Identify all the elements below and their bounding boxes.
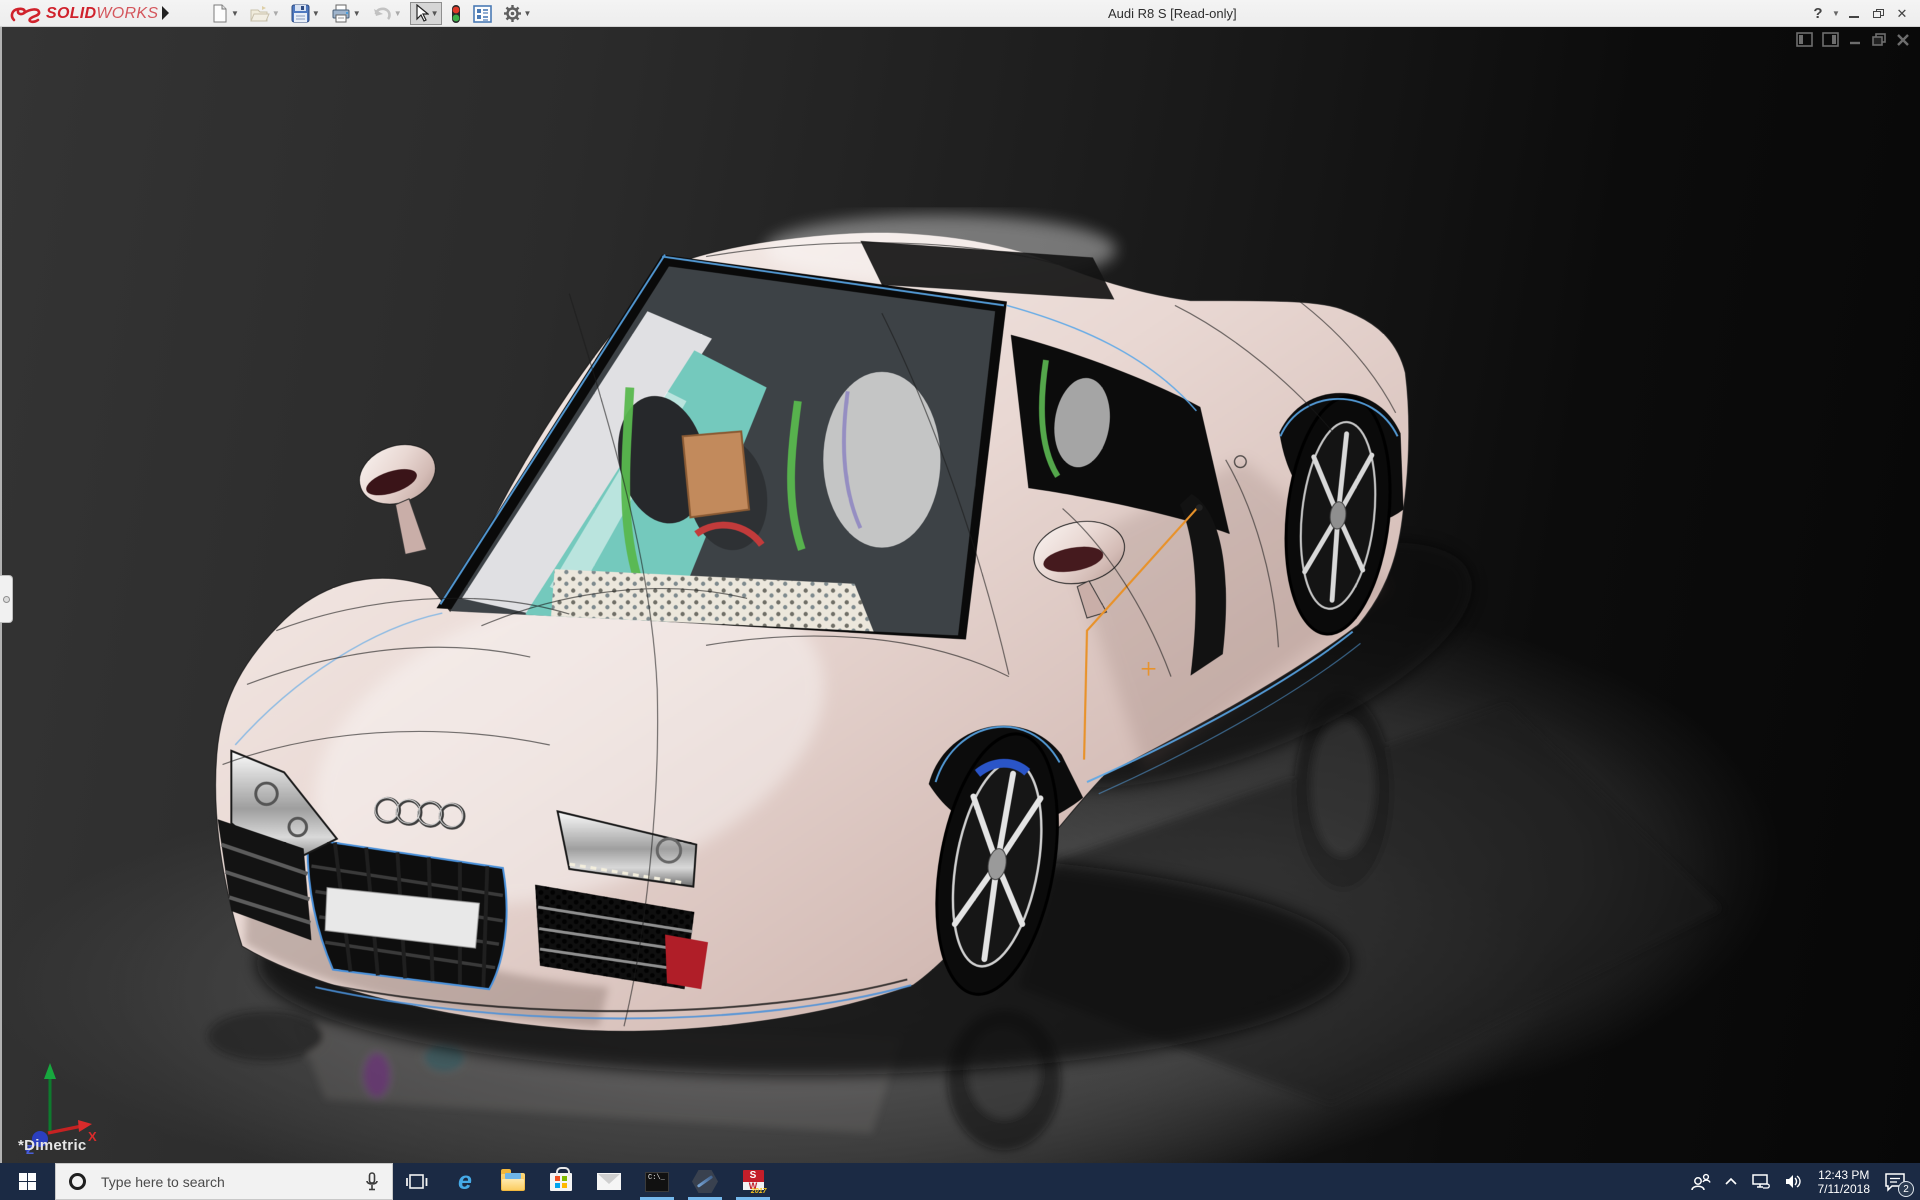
window-title: Audi R8 S [Read-only]	[1108, 6, 1237, 21]
car-model-audi-r8	[0, 27, 1920, 1163]
solidworks-wordmark: SOLIDWORKS	[46, 5, 158, 23]
minimize-button[interactable]	[1842, 6, 1866, 21]
pane-toggle-right-icon[interactable]	[1822, 32, 1839, 47]
help-caret-icon[interactable]: ▼	[1830, 9, 1842, 18]
display-pane-icon	[473, 5, 492, 23]
taskbar-solidworks-2017[interactable]: S W 2017	[729, 1163, 777, 1200]
dropdown-caret[interactable]: ▼	[431, 9, 439, 18]
undo-button: ▼	[369, 2, 405, 25]
start-button[interactable]	[0, 1163, 55, 1200]
network-icon	[1750, 1173, 1772, 1190]
print-icon	[331, 4, 351, 23]
select-button[interactable]: ▼	[410, 2, 442, 25]
document-window-controls	[1796, 32, 1910, 47]
tray-overflow-button[interactable]	[1718, 1163, 1744, 1200]
doc-close-icon[interactable]	[1896, 32, 1910, 47]
chevron-up-icon	[1724, 1177, 1738, 1186]
save-icon	[291, 4, 310, 23]
taskbar: e C:\_ S W 2017	[0, 1163, 1920, 1200]
doc-restore-icon[interactable]	[1871, 32, 1887, 47]
doc-minimize-icon[interactable]	[1848, 32, 1862, 47]
new-document-button[interactable]: ▼	[208, 2, 242, 25]
file-explorer-icon	[501, 1173, 525, 1191]
store-icon	[550, 1173, 572, 1191]
restore-button[interactable]	[1866, 6, 1890, 21]
dropdown-caret: ▼	[272, 9, 280, 18]
graphics-viewport[interactable]: X Z *Dimetric	[0, 27, 1920, 1163]
clock[interactable]: 12:43 PM 7/11/2018	[1810, 1168, 1879, 1196]
select-cursor-icon	[413, 4, 429, 23]
dropdown-caret[interactable]: ▼	[312, 9, 320, 18]
undo-icon	[372, 5, 392, 23]
open-button: ▼	[247, 2, 283, 25]
dropdown-caret[interactable]: ▼	[353, 9, 361, 18]
new-document-icon	[211, 4, 229, 23]
rebuild-button[interactable]	[447, 2, 465, 25]
titlebar: SOLIDWORKS ▼ ▼ ▼ ▼ ▼	[0, 0, 1920, 27]
triad-x-label: X	[88, 1129, 97, 1144]
taskbar-hexagon-app[interactable]	[681, 1163, 729, 1200]
command-prompt-icon: C:\_	[645, 1172, 669, 1192]
print-button[interactable]: ▼	[328, 2, 364, 25]
open-icon	[250, 5, 270, 23]
solidworks-2017-icon: S W 2017	[742, 1170, 765, 1193]
dropdown-caret[interactable]: ▼	[524, 9, 532, 18]
taskbar-edge[interactable]: e	[441, 1163, 489, 1200]
solidworks-3s-icon	[8, 3, 42, 25]
traffic-light-icon	[450, 4, 462, 24]
taskbar-store[interactable]	[537, 1163, 585, 1200]
close-button[interactable]: ✕	[1890, 6, 1914, 22]
hexagon-app-icon	[692, 1170, 718, 1193]
network-button[interactable]	[1744, 1163, 1778, 1200]
system-tray: 12:43 PM 7/11/2018 2	[1684, 1163, 1917, 1200]
dropdown-caret: ▼	[394, 9, 402, 18]
taskbar-mail[interactable]	[585, 1163, 633, 1200]
people-icon	[1690, 1173, 1712, 1191]
search-input[interactable]	[99, 1173, 319, 1191]
volume-button[interactable]	[1778, 1163, 1810, 1200]
mail-icon	[597, 1173, 621, 1190]
tray-date: 7/11/2018	[1818, 1182, 1871, 1196]
dropdown-caret[interactable]: ▼	[231, 9, 239, 18]
save-button[interactable]: ▼	[288, 2, 323, 25]
options-button[interactable]: ▼	[500, 2, 535, 25]
taskbar-file-explorer[interactable]	[489, 1163, 537, 1200]
menu-flyout-arrow[interactable]	[162, 6, 169, 20]
gear-icon	[503, 4, 522, 23]
pane-toggle-left-icon[interactable]	[1796, 32, 1813, 47]
quick-toolbar: ▼ ▼ ▼ ▼ ▼ ▼	[208, 2, 539, 25]
microphone-icon[interactable]	[365, 1172, 379, 1192]
display-pane-button[interactable]	[470, 2, 495, 25]
edge-icon: e	[458, 1169, 472, 1194]
restore-icon	[1873, 9, 1884, 18]
taskbar-search[interactable]	[55, 1163, 393, 1200]
notification-badge: 2	[1898, 1181, 1914, 1197]
tray-time: 12:43 PM	[1818, 1168, 1871, 1182]
taskbar-command-prompt[interactable]: C:\_	[633, 1163, 681, 1200]
task-view-icon	[406, 1172, 428, 1192]
task-view-button[interactable]	[393, 1163, 441, 1200]
windows-logo-icon	[19, 1173, 36, 1190]
window-controls: ? ▼ ✕	[1806, 0, 1914, 27]
cortana-circle-icon	[69, 1173, 86, 1190]
solidworks-logo: SOLIDWORKS	[8, 1, 158, 26]
screen: SOLIDWORKS ▼ ▼ ▼ ▼ ▼	[0, 0, 1920, 1200]
help-button[interactable]: ?	[1806, 5, 1830, 22]
action-center-button[interactable]: 2	[1878, 1163, 1916, 1200]
minimize-icon	[1849, 16, 1859, 18]
speaker-icon	[1784, 1173, 1804, 1190]
panel-expand-icon	[3, 596, 10, 603]
feature-panel-flyout-tab[interactable]	[0, 575, 13, 623]
view-orientation-label: *Dimetric	[18, 1137, 87, 1154]
people-button[interactable]	[1684, 1163, 1718, 1200]
taskbar-apps: e C:\_ S W 2017	[393, 1163, 777, 1200]
